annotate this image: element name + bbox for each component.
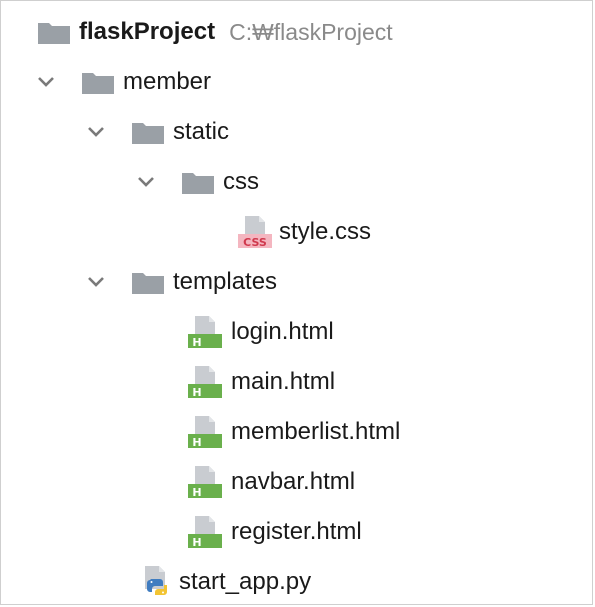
- tree-root[interactable]: flaskProject C:₩flaskProject: [1, 7, 592, 57]
- root-folder-name: flaskProject: [79, 18, 216, 45]
- tree-item-static[interactable]: static: [1, 107, 592, 157]
- folder-icon: [181, 168, 215, 196]
- tree-item-label: static: [173, 118, 230, 145]
- chevron-down-icon[interactable]: [83, 119, 109, 145]
- tree-item-member[interactable]: member: [1, 57, 592, 107]
- tree-item-label: register.html: [231, 518, 362, 545]
- folder-icon: [131, 118, 165, 146]
- html-file-icon: H: [187, 465, 223, 499]
- folder-icon: [131, 268, 165, 296]
- html-file-icon: H: [187, 415, 223, 449]
- svg-text:H: H: [192, 436, 201, 449]
- project-tool-window: flaskProject C:₩flaskProject member stat…: [0, 0, 593, 605]
- tree-item-label: member: [123, 68, 212, 95]
- svg-text:H: H: [192, 336, 201, 349]
- tree-item-label: main.html: [231, 368, 336, 395]
- html-file-icon: H: [187, 515, 223, 549]
- tree-item-start-app-py[interactable]: start_app.py: [1, 557, 592, 607]
- css-file-icon: CSS: [237, 215, 273, 249]
- svg-text:H: H: [192, 386, 201, 399]
- tree-item-label: css: [223, 168, 259, 195]
- tree-item-label: start_app.py: [179, 568, 312, 595]
- svg-text:H: H: [192, 486, 201, 499]
- folder-icon: [81, 68, 115, 96]
- folder-icon: [37, 18, 71, 46]
- tree-item-label: memberlist.html: [231, 418, 401, 445]
- tree-item-label: templates: [173, 268, 278, 295]
- chevron-down-icon[interactable]: [33, 69, 59, 95]
- tree-item-label: login.html: [231, 318, 334, 345]
- tree-item-css[interactable]: css: [1, 157, 592, 207]
- root-folder-path: C:₩flaskProject: [229, 18, 393, 45]
- html-file-icon: H: [187, 315, 223, 349]
- tree-item-memberlist-html[interactable]: H memberlist.html: [1, 407, 592, 457]
- tree-item-login-html[interactable]: H login.html: [1, 307, 592, 357]
- tree-item-register-html[interactable]: H register.html: [1, 507, 592, 557]
- tree-item-style-css[interactable]: CSS style.css: [1, 207, 592, 257]
- tree-item-label: navbar.html: [231, 468, 356, 495]
- chevron-down-icon[interactable]: [133, 169, 159, 195]
- html-file-icon: H: [187, 365, 223, 399]
- tree-item-main-html[interactable]: H main.html: [1, 357, 592, 407]
- tree-item-templates[interactable]: templates: [1, 257, 592, 307]
- svg-text:CSS: CSS: [243, 236, 267, 249]
- tree-item-label: style.css: [279, 218, 372, 245]
- python-file-icon: [139, 565, 175, 599]
- chevron-down-icon[interactable]: [83, 269, 109, 295]
- project-tree: flaskProject C:₩flaskProject member stat…: [1, 7, 592, 607]
- svg-text:H: H: [192, 536, 201, 549]
- tree-item-navbar-html[interactable]: H navbar.html: [1, 457, 592, 507]
